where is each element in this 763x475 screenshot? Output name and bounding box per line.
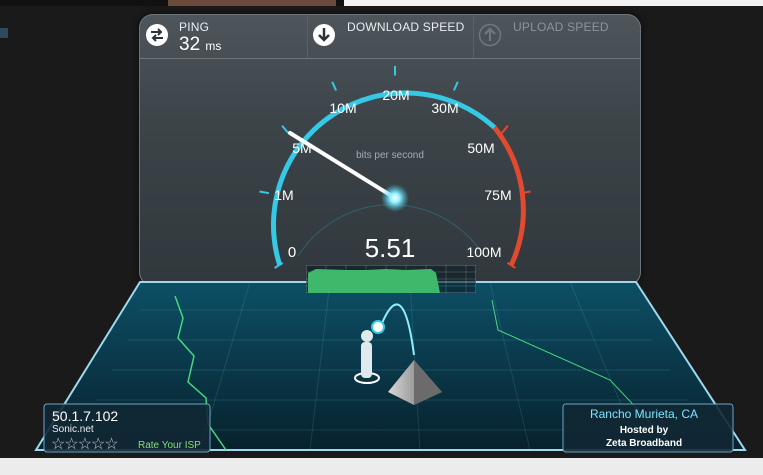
- rate-isp-link[interactable]: Rate Your ISP: [138, 440, 201, 451]
- server-location: Rancho Murieta, CA: [589, 407, 699, 421]
- client-ip: 50.1.7.102: [52, 408, 119, 424]
- page-bottom-bar: [0, 458, 763, 475]
- speed-graph-fill: [308, 269, 440, 293]
- speed-graph: [306, 265, 476, 293]
- server-dot: [371, 320, 385, 334]
- user-figure-icon: [361, 342, 372, 378]
- gauge-tick-0: 0: [288, 244, 296, 261]
- gauge-tick-75m: 75M: [484, 187, 511, 203]
- gauge-tick-1m: 1M: [274, 187, 293, 203]
- gauge-unit-label: bits per second: [356, 150, 424, 161]
- host-name[interactable]: Zeta Broadband: [564, 438, 724, 449]
- hosted-by-label: Hosted by: [619, 425, 669, 436]
- gauge-tick-50m: 50M: [467, 140, 494, 156]
- gauge-tick-30m: 30M: [431, 100, 458, 116]
- gauge-hub-glow: [381, 184, 409, 212]
- gauge-needle: [288, 131, 397, 200]
- rate-isp-stars[interactable]: ☆☆☆☆☆: [51, 434, 119, 454]
- gauge-tick-20m: 20M: [382, 87, 409, 103]
- gauge-tick-100m: 100M: [466, 244, 501, 260]
- gauge-tick-10m: 10M: [329, 100, 356, 116]
- current-speed-value: 5.51: [364, 233, 416, 263]
